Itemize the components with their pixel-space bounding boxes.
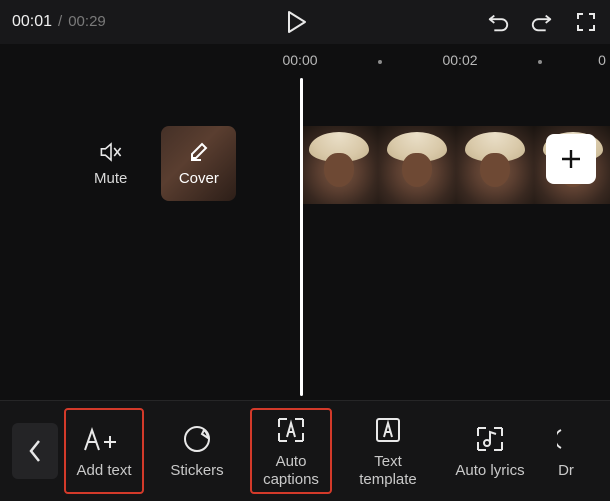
draw-icon (557, 423, 575, 455)
draw-button[interactable]: Dr (552, 408, 580, 494)
playhead[interactable] (300, 78, 303, 396)
speaker-muted-icon (99, 140, 123, 164)
chevron-left-icon (27, 438, 43, 464)
auto-lyrics-label: Auto lyrics (455, 462, 524, 479)
top-right-controls (486, 10, 598, 34)
undo-icon[interactable] (486, 10, 510, 34)
text-template-button[interactable]: Text template (348, 408, 428, 494)
stickers-label: Stickers (170, 462, 223, 479)
clip-frame[interactable] (300, 126, 378, 204)
ruler-tick-label: 00:02 (442, 52, 477, 68)
clip-frame[interactable] (456, 126, 534, 204)
auto-lyrics-icon (474, 423, 506, 455)
tool-strip: Add text Stickers Auto captions (62, 408, 610, 494)
timeline-ruler[interactable]: 00:00 00:02 0 (0, 46, 610, 78)
ruler-tick-label: 00:00 (282, 52, 317, 68)
auto-captions-label: Auto captions (263, 453, 319, 488)
bottom-toolbar: Add text Stickers Auto captions (0, 400, 610, 501)
timeline-area[interactable]: Mute Cover (0, 78, 610, 398)
ruler-tick-dot (538, 60, 542, 64)
cover-label: Cover (179, 170, 219, 187)
time-separator: / (58, 13, 62, 30)
pencil-icon (188, 140, 210, 167)
ruler-tick-label: 0 (598, 52, 606, 68)
auto-captions-button[interactable]: Auto captions (250, 408, 332, 494)
sticker-icon (182, 423, 212, 455)
ruler-tick-dot (378, 60, 382, 64)
playback-time: 00:01 / 00:29 (12, 13, 106, 31)
text-template-label: Text template (359, 453, 417, 488)
top-bar: 00:01 / 00:29 (0, 0, 610, 44)
current-time: 00:01 (12, 13, 52, 31)
back-button[interactable] (12, 423, 58, 479)
auto-captions-icon (275, 414, 307, 446)
stickers-button[interactable]: Stickers (160, 408, 234, 494)
total-duration: 00:29 (68, 13, 106, 30)
play-icon[interactable] (284, 10, 308, 34)
clip-frame[interactable] (378, 126, 456, 204)
cover-button[interactable]: Cover (161, 126, 236, 201)
add-text-label: Add text (76, 462, 131, 479)
auto-lyrics-button[interactable]: Auto lyrics (444, 408, 536, 494)
text-add-icon (84, 423, 124, 455)
mute-label: Mute (94, 170, 127, 187)
track-head-controls: Mute Cover (0, 126, 290, 201)
draw-label: Dr (558, 462, 574, 479)
redo-icon[interactable] (530, 10, 554, 34)
fullscreen-icon[interactable] (574, 10, 598, 34)
text-template-icon (373, 414, 403, 446)
mute-button[interactable]: Mute (94, 140, 127, 187)
add-clip-button[interactable] (546, 134, 596, 184)
add-text-button[interactable]: Add text (64, 408, 144, 494)
plus-icon (558, 146, 584, 172)
